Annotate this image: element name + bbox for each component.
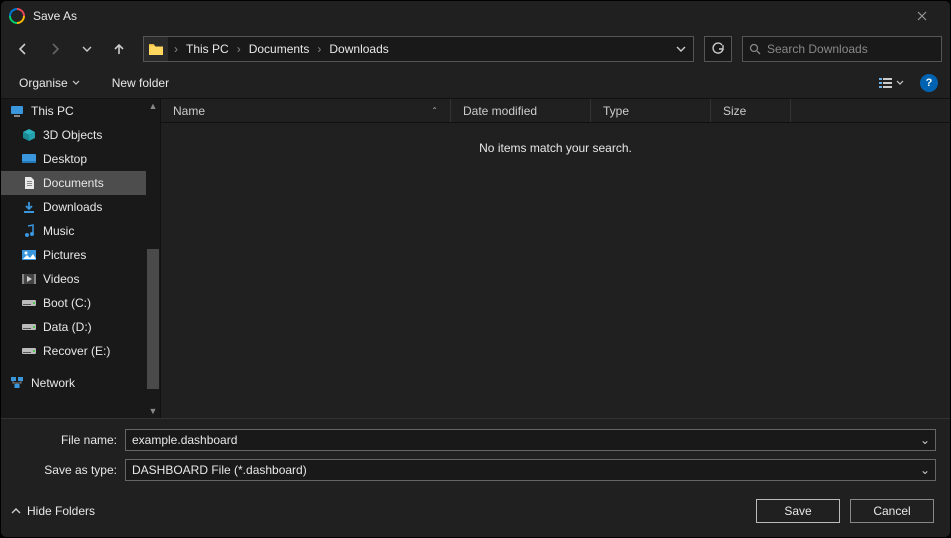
drive-icon [21, 319, 37, 335]
hide-folders-button[interactable]: Hide Folders [11, 504, 95, 518]
forward-button[interactable] [41, 35, 69, 63]
chevron-down-icon[interactable]: ⌄ [915, 463, 935, 477]
view-options-button[interactable] [874, 72, 908, 94]
scroll-up-icon[interactable]: ▲ [149, 99, 158, 113]
scroll-down-icon[interactable]: ▼ [149, 404, 158, 418]
search-icon [749, 43, 761, 55]
organise-button[interactable]: Organise [13, 72, 86, 94]
refresh-button[interactable] [704, 36, 732, 62]
column-type[interactable]: Type [591, 99, 711, 122]
window-title: Save As [33, 9, 902, 23]
cancel-button[interactable]: Cancel [850, 499, 934, 523]
sidebar-item-drive-c[interactable]: Boot (C:) [1, 291, 160, 315]
column-size[interactable]: Size [711, 99, 791, 122]
sidebar-item-downloads[interactable]: Downloads [1, 195, 160, 219]
recent-locations-button[interactable] [73, 35, 101, 63]
pictures-icon [21, 247, 37, 263]
search-input[interactable] [767, 42, 935, 56]
file-name-input[interactable] [126, 433, 915, 447]
breadcrumb-item[interactable]: This PC [180, 42, 235, 56]
breadcrumb-item[interactable]: Downloads [323, 42, 394, 56]
toolbar: Organise New folder ? [1, 67, 950, 99]
column-name[interactable]: Name ⌃ [161, 99, 451, 122]
close-button[interactable] [902, 1, 942, 31]
save-fields: File name: ⌄ Save as type: ⌄ [1, 418, 950, 485]
sidebar-item-pictures[interactable]: Pictures [1, 243, 160, 267]
footer: Hide Folders Save Cancel [1, 485, 950, 537]
sidebar-item-drive-d[interactable]: Data (D:) [1, 315, 160, 339]
file-list: Name ⌃ Date modified Type Size No items … [161, 99, 950, 418]
sidebar-item-videos[interactable]: Videos [1, 267, 160, 291]
drive-icon [21, 295, 37, 311]
sort-indicator-icon: ⌃ [431, 106, 438, 115]
scrollbar-thumb[interactable] [147, 249, 159, 389]
search-box[interactable] [742, 36, 942, 62]
app-icon [9, 8, 25, 24]
navbar: › This PC › Documents › Downloads [1, 31, 950, 67]
empty-message: No items match your search. [161, 123, 950, 173]
folder-icon [144, 37, 168, 61]
sidebar-scrollbar[interactable]: ▲ ▼ [146, 99, 160, 418]
chevron-down-icon[interactable]: ⌄ [915, 433, 935, 447]
video-icon [21, 271, 37, 287]
help-button[interactable]: ? [920, 74, 938, 92]
chevron-down-icon [896, 79, 904, 87]
document-icon [21, 175, 37, 191]
file-name-label: File name: [15, 433, 125, 447]
sidebar-item-music[interactable]: Music [1, 219, 160, 243]
chevron-right-icon: › [315, 42, 323, 56]
download-icon [21, 199, 37, 215]
file-name-combo[interactable]: ⌄ [125, 429, 936, 451]
address-bar[interactable]: › This PC › Documents › Downloads [143, 36, 694, 62]
save-as-dialog: Save As › This PC › Documents › Download… [0, 0, 951, 538]
music-icon [21, 223, 37, 239]
new-folder-button[interactable]: New folder [106, 72, 175, 94]
back-button[interactable] [9, 35, 37, 63]
network-icon [9, 375, 25, 391]
sidebar-item-drive-e[interactable]: Recover (E:) [1, 339, 160, 363]
sidebar: This PC 3D Objects Desktop Documents Dow… [1, 99, 161, 418]
sidebar-item-network[interactable]: Network [1, 371, 160, 395]
sidebar-item-desktop[interactable]: Desktop [1, 147, 160, 171]
breadcrumb-item[interactable]: Documents [243, 42, 316, 56]
chevron-right-icon: › [172, 42, 180, 56]
chevron-down-icon [72, 79, 80, 87]
drive-icon [21, 343, 37, 359]
chevron-up-icon [11, 506, 21, 516]
save-type-input[interactable] [126, 463, 915, 477]
sidebar-item-3d-objects[interactable]: 3D Objects [1, 123, 160, 147]
save-type-combo[interactable]: ⌄ [125, 459, 936, 481]
save-type-label: Save as type: [15, 463, 125, 477]
chevron-right-icon: › [235, 42, 243, 56]
save-button[interactable]: Save [756, 499, 840, 523]
column-date-modified[interactable]: Date modified [451, 99, 591, 122]
pc-icon [9, 103, 25, 119]
address-dropdown-button[interactable] [669, 44, 693, 54]
sidebar-item-this-pc[interactable]: This PC [1, 99, 160, 123]
up-button[interactable] [105, 35, 133, 63]
cube-icon [21, 127, 37, 143]
titlebar: Save As [1, 1, 950, 31]
breadcrumb: › This PC › Documents › Downloads [168, 42, 669, 56]
desktop-icon [21, 151, 37, 167]
sidebar-item-documents[interactable]: Documents [1, 171, 160, 195]
column-headers: Name ⌃ Date modified Type Size [161, 99, 950, 123]
